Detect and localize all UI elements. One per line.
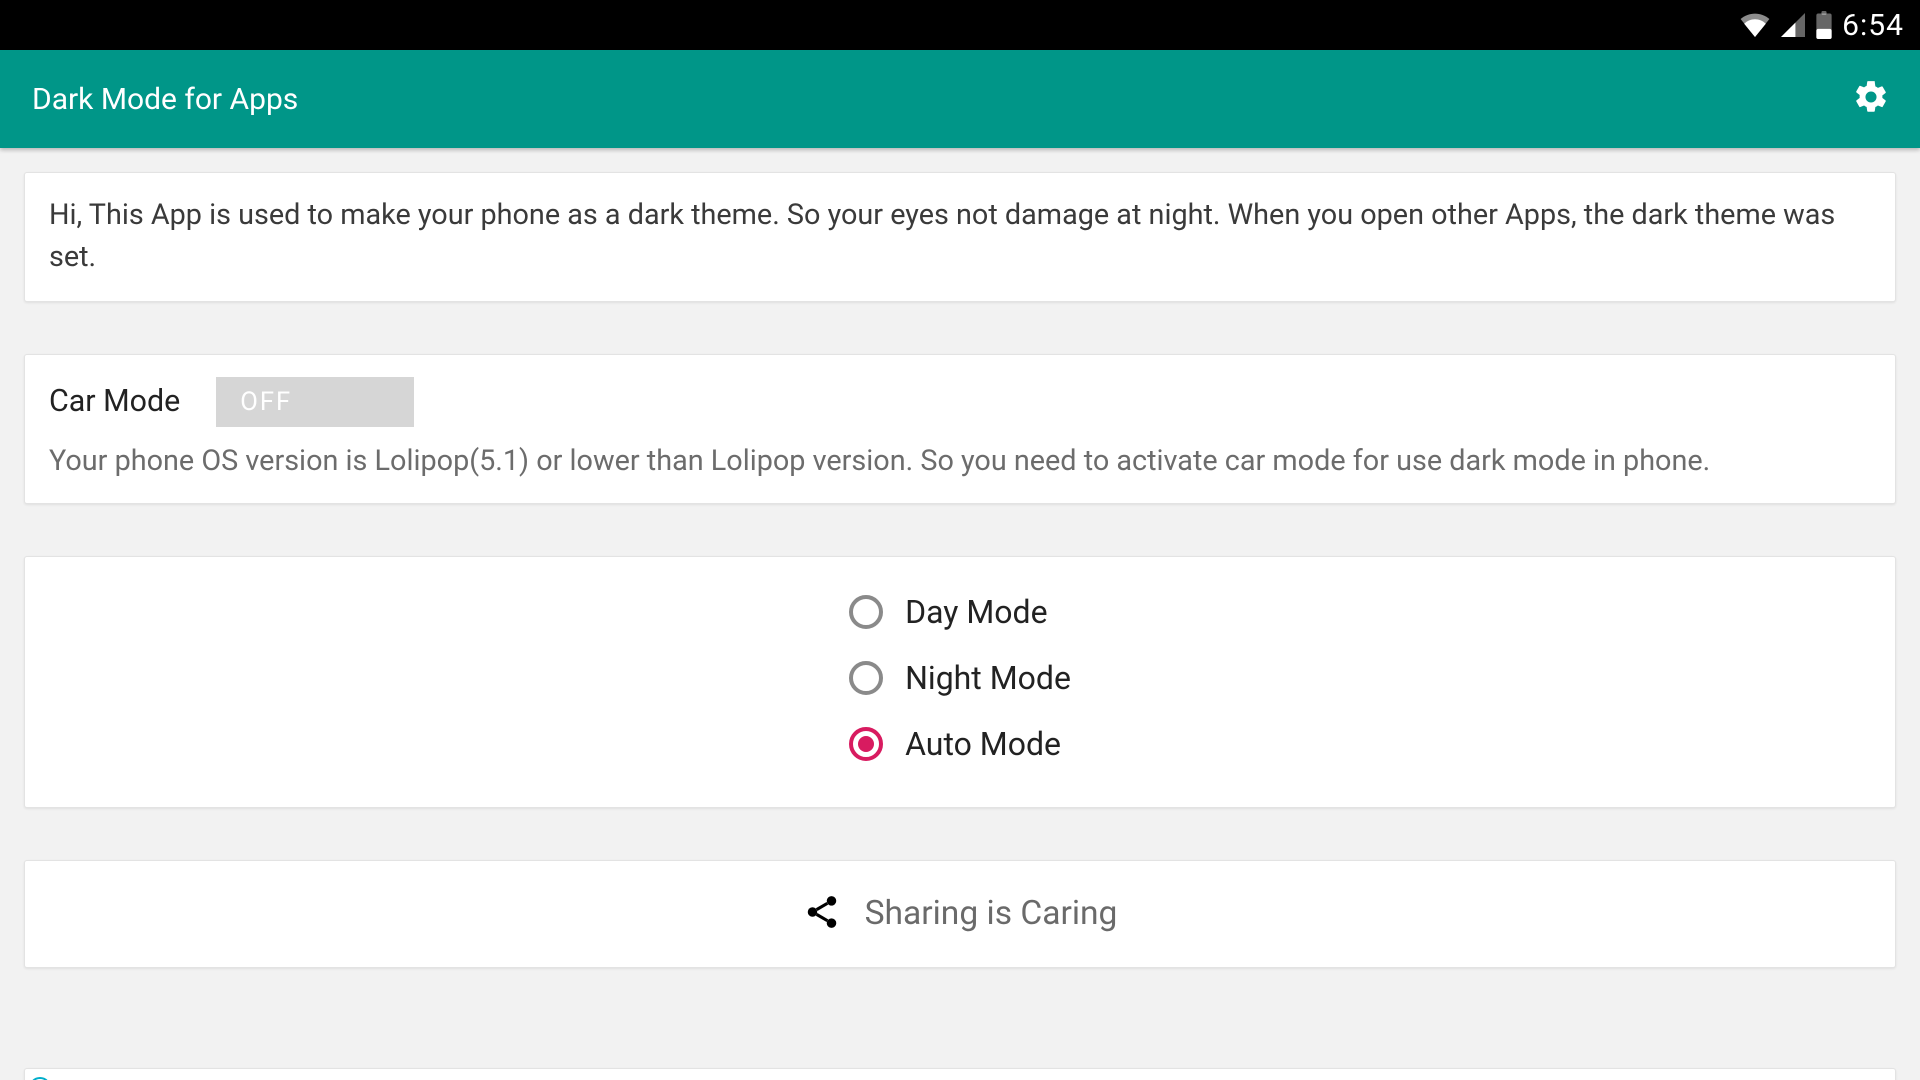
car-mode-toggle[interactable]: OFF — [216, 377, 414, 427]
radio-label: Day Mode — [905, 593, 1047, 631]
radio-icon — [849, 727, 883, 761]
radio-icon — [849, 595, 883, 629]
intro-text: Hi, This App is used to make your phone … — [49, 195, 1871, 279]
intro-card: Hi, This App is used to make your phone … — [24, 172, 1896, 302]
gear-icon — [1852, 78, 1890, 120]
radio-night-mode[interactable]: Night Mode — [849, 659, 1071, 697]
radio-label: Night Mode — [905, 659, 1071, 697]
wifi-icon — [1740, 13, 1770, 37]
cell-signal-icon — [1780, 13, 1806, 37]
settings-button[interactable] — [1850, 78, 1892, 120]
radio-label: Auto Mode — [905, 725, 1061, 763]
car-mode-description: Your phone OS version is Lolipop(5.1) or… — [49, 441, 1871, 481]
share-button[interactable]: Sharing is Caring — [24, 860, 1896, 968]
ad-banner[interactable]: i ✕ Play rummy on RummyCulture Play Indi… — [24, 1068, 1896, 1080]
car-mode-label: Car Mode — [49, 384, 180, 419]
mode-select-card: Day Mode Night Mode Auto Mode — [24, 556, 1896, 808]
radio-day-mode[interactable]: Day Mode — [849, 593, 1071, 631]
car-mode-toggle-text: OFF — [240, 387, 292, 417]
radio-auto-mode[interactable]: Auto Mode — [849, 725, 1071, 763]
page-content: Hi, This App is used to make your phone … — [0, 148, 1920, 1080]
share-icon — [803, 893, 841, 935]
share-label: Sharing is Caring — [865, 894, 1118, 933]
mode-radio-group: Day Mode Night Mode Auto Mode — [849, 593, 1071, 763]
car-mode-card: Car Mode OFF Your phone OS version is Lo… — [24, 354, 1896, 504]
android-status-bar: 6:54 — [0, 0, 1920, 50]
app-toolbar: Dark Mode for Apps — [0, 50, 1920, 148]
status-clock: 6:54 — [1842, 8, 1904, 43]
battery-icon — [1816, 11, 1832, 39]
radio-icon — [849, 661, 883, 695]
page-title: Dark Mode for Apps — [32, 82, 298, 117]
